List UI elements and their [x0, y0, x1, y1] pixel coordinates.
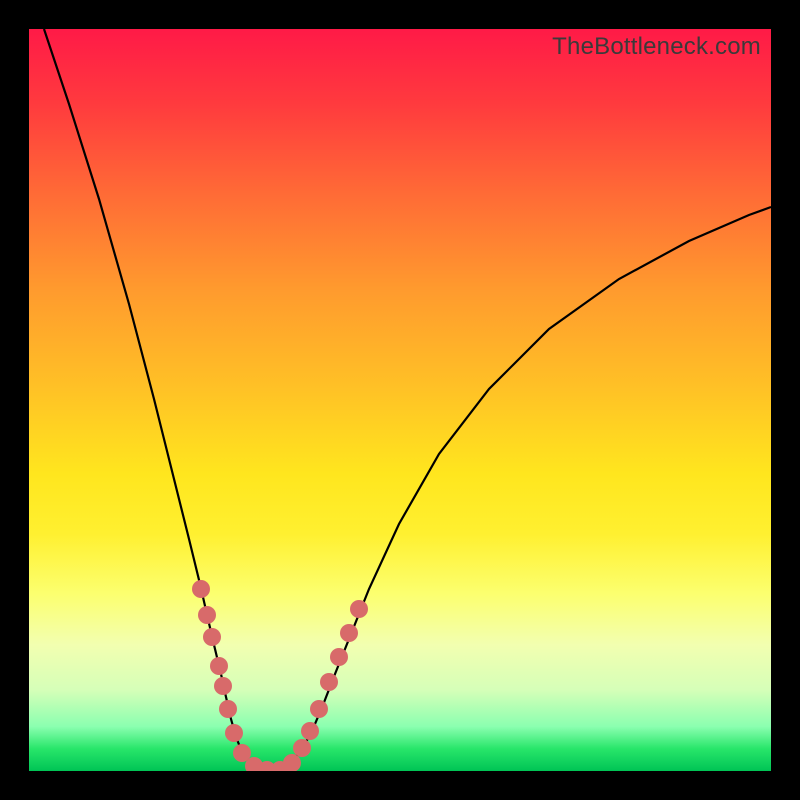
- curve-right-branch: [276, 207, 771, 770]
- chart-svg: [29, 29, 771, 771]
- outer-frame: TheBottleneck.com: [0, 0, 800, 800]
- dot: [310, 700, 328, 718]
- dot: [283, 754, 301, 771]
- curve-left-branch: [44, 29, 276, 770]
- dot: [203, 628, 221, 646]
- dot: [293, 739, 311, 757]
- dot: [301, 722, 319, 740]
- dot: [214, 677, 232, 695]
- dot: [198, 606, 216, 624]
- dot: [192, 580, 210, 598]
- dot: [320, 673, 338, 691]
- dot: [350, 600, 368, 618]
- plot-area: TheBottleneck.com: [29, 29, 771, 771]
- dot: [340, 624, 358, 642]
- dot: [225, 724, 243, 742]
- dot: [219, 700, 237, 718]
- dot: [210, 657, 228, 675]
- dot: [330, 648, 348, 666]
- highlight-dots: [192, 580, 368, 771]
